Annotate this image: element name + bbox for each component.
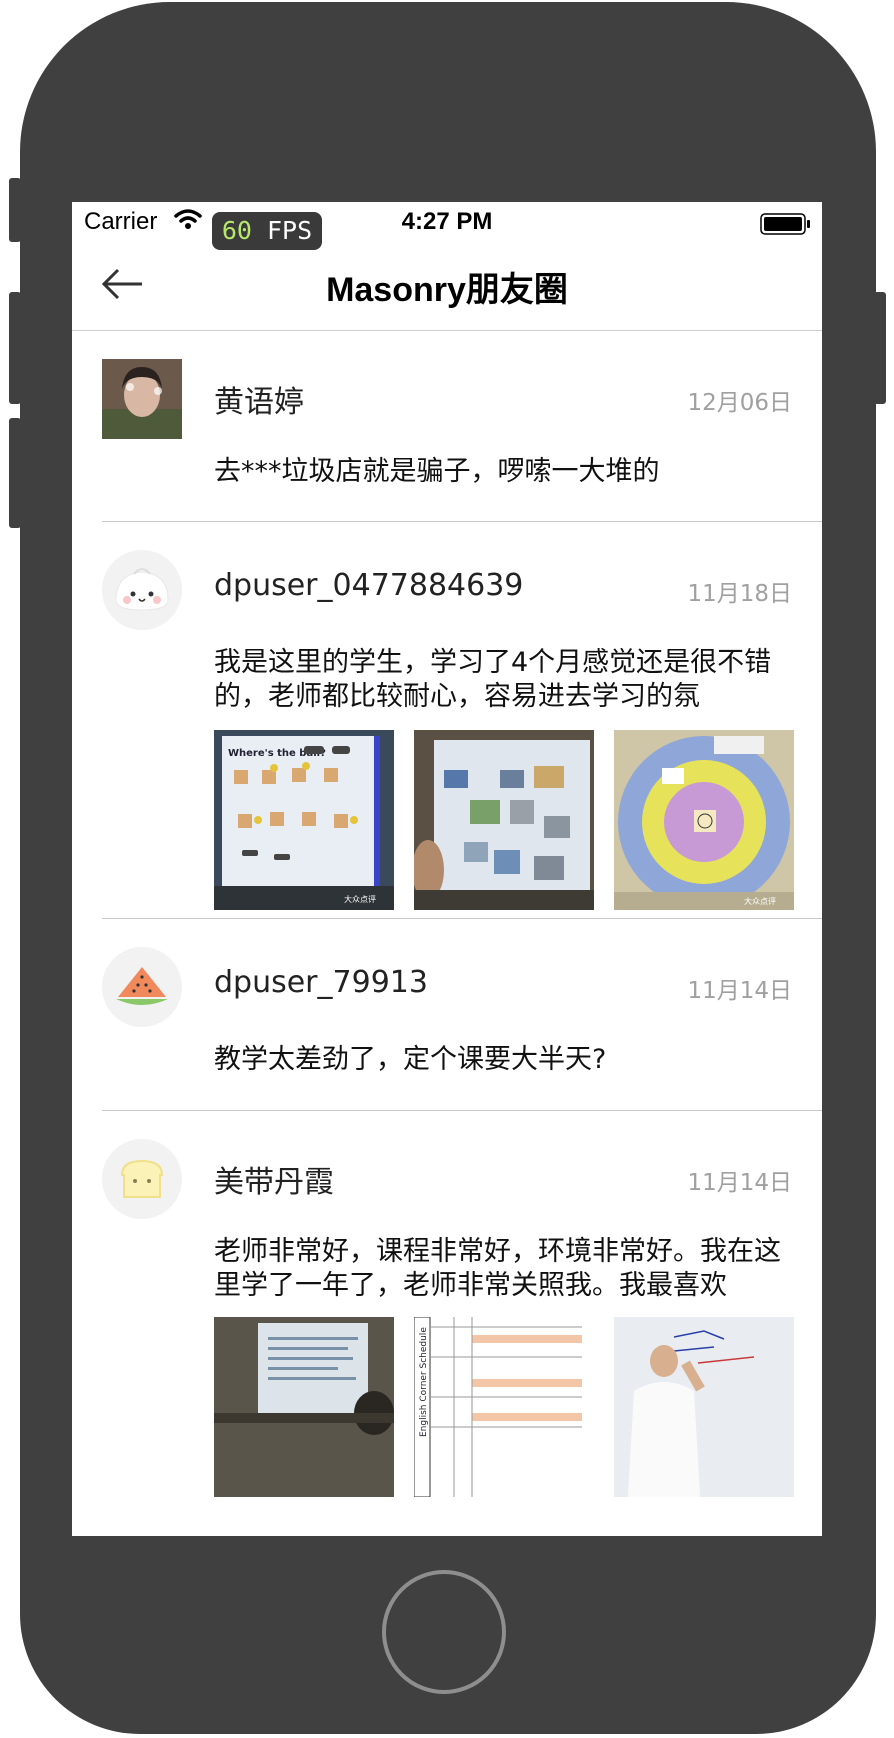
post-photo[interactable]: Where's the ball? 大众点评: [214, 730, 394, 910]
photo-schedule-title: English Corner Schedule: [419, 1327, 429, 1437]
post-item[interactable]: 美带丹霞 11月14日 老师非常好，课程非常好，环境非常好。我在这里学了一年了，…: [102, 1111, 822, 1531]
watermark-text: 大众点评: [744, 896, 776, 906]
home-button[interactable]: [382, 1570, 506, 1694]
post-photo[interactable]: [414, 730, 594, 910]
photo-grid: English Corner Schedule: [214, 1317, 794, 1497]
bun-avatar-icon[interactable]: [102, 550, 182, 630]
post-content: 我是这里的学生，学习了4个月感觉还是很不错的，老师都比较耐心，容易进去学习的氛: [214, 647, 772, 712]
post-photo[interactable]: English Corner Schedule: [414, 1317, 594, 1497]
post-username[interactable]: dpuser_0477884639: [214, 568, 523, 603]
screen: Carrier 60 FPS 4:27 PM Masonry朋友圈 黄语婷 12…: [72, 202, 822, 1536]
battery-icon: [760, 213, 810, 235]
post-photo[interactable]: 大众点评: [614, 730, 794, 910]
photo-grid: Where's the ball? 大众点评 大众点评: [214, 730, 794, 910]
watermark-text: 大众点评: [344, 894, 376, 904]
post-photo[interactable]: [214, 1317, 394, 1497]
post-date: 11月14日: [687, 1170, 792, 1196]
post-photo[interactable]: [614, 1317, 794, 1497]
post-username[interactable]: 黄语婷: [214, 377, 304, 421]
post-content: 教学太差劲了，定个课要大半天?: [214, 1044, 607, 1075]
post-username[interactable]: 美带丹霞: [214, 1157, 334, 1201]
post-date: 11月14日: [687, 978, 792, 1004]
status-time: 4:27 PM: [401, 208, 493, 235]
navigation-bar: Masonry朋友圈: [72, 242, 822, 331]
toast-avatar-icon[interactable]: [102, 1139, 182, 1219]
volume-up-button: [9, 292, 21, 404]
watermelon-avatar-icon[interactable]: [102, 947, 182, 1027]
post-content: 老师非常好，课程非常好，环境非常好。我在这里学了一年了，老师非常关照我。我最喜欢: [214, 1236, 781, 1301]
post-item[interactable]: dpuser_0477884639 11月18日 我是这里的学生，学习了4个月感…: [102, 522, 822, 919]
power-button: [874, 292, 886, 404]
post-item[interactable]: 黄语婷 12月06日 去***垃圾店就是骗子，啰嗦一大堆的: [102, 331, 822, 522]
status-bar: Carrier 60 FPS 4:27 PM: [72, 202, 822, 250]
mute-switch: [9, 178, 21, 242]
page-title: Masonry朋友圈: [326, 271, 568, 309]
user-photo-avatar-icon[interactable]: [102, 359, 182, 439]
post-username[interactable]: dpuser_79913: [214, 965, 428, 1000]
moments-feed[interactable]: 黄语婷 12月06日 去***垃圾店就是骗子，啰嗦一大堆的 dpuser_047…: [72, 331, 822, 1531]
post-date: 11月18日: [687, 581, 792, 607]
post-item[interactable]: dpuser_79913 11月14日 教学太差劲了，定个课要大半天?: [102, 919, 822, 1111]
post-content: 去***垃圾店就是骗子，啰嗦一大堆的: [214, 456, 660, 487]
volume-down-button: [9, 418, 21, 528]
post-date: 12月06日: [687, 390, 792, 416]
